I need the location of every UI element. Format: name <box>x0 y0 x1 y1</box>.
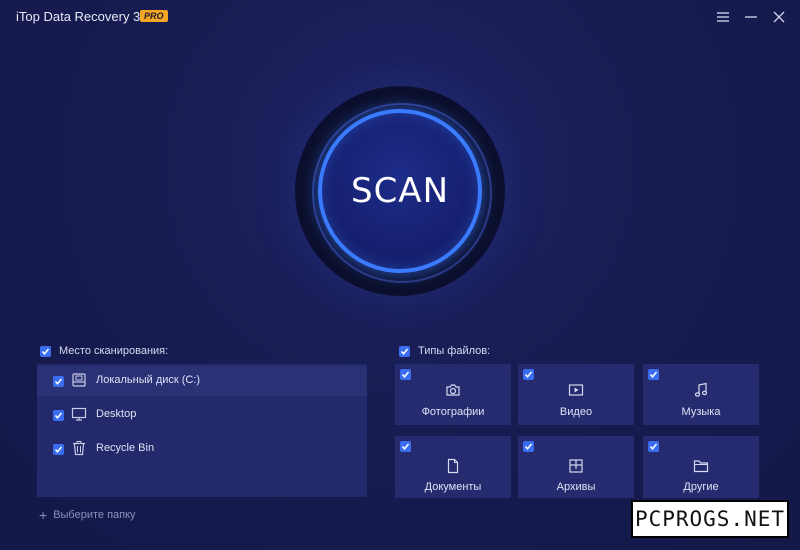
file-type-checkbox[interactable] <box>400 369 411 380</box>
disk-icon <box>71 372 87 391</box>
music-note-icon <box>693 382 709 403</box>
hamburger-icon <box>717 12 729 22</box>
file-type-checkbox[interactable] <box>523 441 534 452</box>
file-types-header[interactable]: Типы файлов: <box>399 345 490 357</box>
check-icon <box>401 443 410 450</box>
minimize-icon <box>745 16 757 18</box>
file-type-label: Другие <box>683 481 719 493</box>
file-type-music[interactable]: Музыка <box>643 364 759 425</box>
file-types-header-label: Типы файлов: <box>418 345 491 357</box>
location-checkbox[interactable] <box>53 444 64 455</box>
location-checkbox[interactable] <box>53 376 64 387</box>
check-icon <box>54 412 63 419</box>
check-icon <box>41 348 50 355</box>
locations-list: Локальный диск (C:) Desktop Recycle Bin <box>37 364 367 497</box>
location-checkbox[interactable] <box>53 410 64 421</box>
scan-label: SCAN <box>350 171 449 211</box>
scan-button[interactable]: SCAN <box>318 109 482 273</box>
file-type-checkbox[interactable] <box>648 441 659 452</box>
add-folder-button[interactable]: + Выберите папку <box>39 507 136 523</box>
file-type-label: Архивы <box>556 481 596 493</box>
camera-icon <box>445 382 461 403</box>
file-types-all-checkbox[interactable] <box>399 345 410 357</box>
check-icon <box>524 371 533 378</box>
check-icon <box>401 371 410 378</box>
file-type-other[interactable]: Другие <box>643 436 759 498</box>
file-type-label: Музыка <box>681 406 721 418</box>
document-icon <box>445 458 461 479</box>
location-label: Recycle Bin <box>96 442 155 454</box>
file-type-video[interactable]: Видео <box>518 364 634 425</box>
play-icon <box>568 382 584 403</box>
file-type-photos[interactable]: Фотографии <box>395 364 511 425</box>
title-bar: iTop Data Recovery 3.0 PRO <box>0 0 800 34</box>
locations-header[interactable]: Место сканирования: <box>40 345 168 357</box>
file-type-checkbox[interactable] <box>648 369 659 380</box>
minimize-button[interactable] <box>740 7 762 27</box>
monitor-icon <box>71 406 87 425</box>
location-label: Desktop <box>96 408 137 420</box>
check-icon <box>54 446 63 453</box>
location-item-local-disk[interactable]: Локальный диск (C:) <box>37 366 367 396</box>
file-type-label: Видео <box>559 406 593 418</box>
add-folder-label: Выберите папку <box>53 509 136 521</box>
folder-icon <box>693 458 709 479</box>
locations-all-checkbox[interactable] <box>40 345 51 357</box>
file-type-documents[interactable]: Документы <box>395 436 511 498</box>
file-type-archives[interactable]: Архивы <box>518 436 634 498</box>
check-icon <box>524 443 533 450</box>
app-title: iTop Data Recovery 3.0 <box>16 9 152 24</box>
plus-icon: + <box>39 507 48 523</box>
check-icon <box>54 378 63 385</box>
close-icon <box>773 11 785 23</box>
file-type-label: Фотографии <box>421 406 485 418</box>
location-item-desktop[interactable]: Desktop <box>37 400 367 430</box>
file-type-checkbox[interactable] <box>400 441 411 452</box>
location-label: Локальный диск (C:) <box>96 374 201 386</box>
file-type-checkbox[interactable] <box>523 369 534 380</box>
locations-header-label: Место сканирования: <box>59 345 169 357</box>
check-icon <box>649 443 658 450</box>
check-icon <box>649 371 658 378</box>
watermark: PCPROGS.NET <box>631 500 789 538</box>
location-item-recycle-bin[interactable]: Recycle Bin <box>37 434 367 464</box>
file-type-label: Документы <box>424 481 482 493</box>
archive-icon <box>568 458 584 479</box>
close-button[interactable] <box>768 7 790 27</box>
check-icon <box>400 348 409 355</box>
pro-badge: PRO <box>140 10 168 22</box>
trash-icon <box>71 440 87 459</box>
menu-button[interactable] <box>712 7 734 27</box>
